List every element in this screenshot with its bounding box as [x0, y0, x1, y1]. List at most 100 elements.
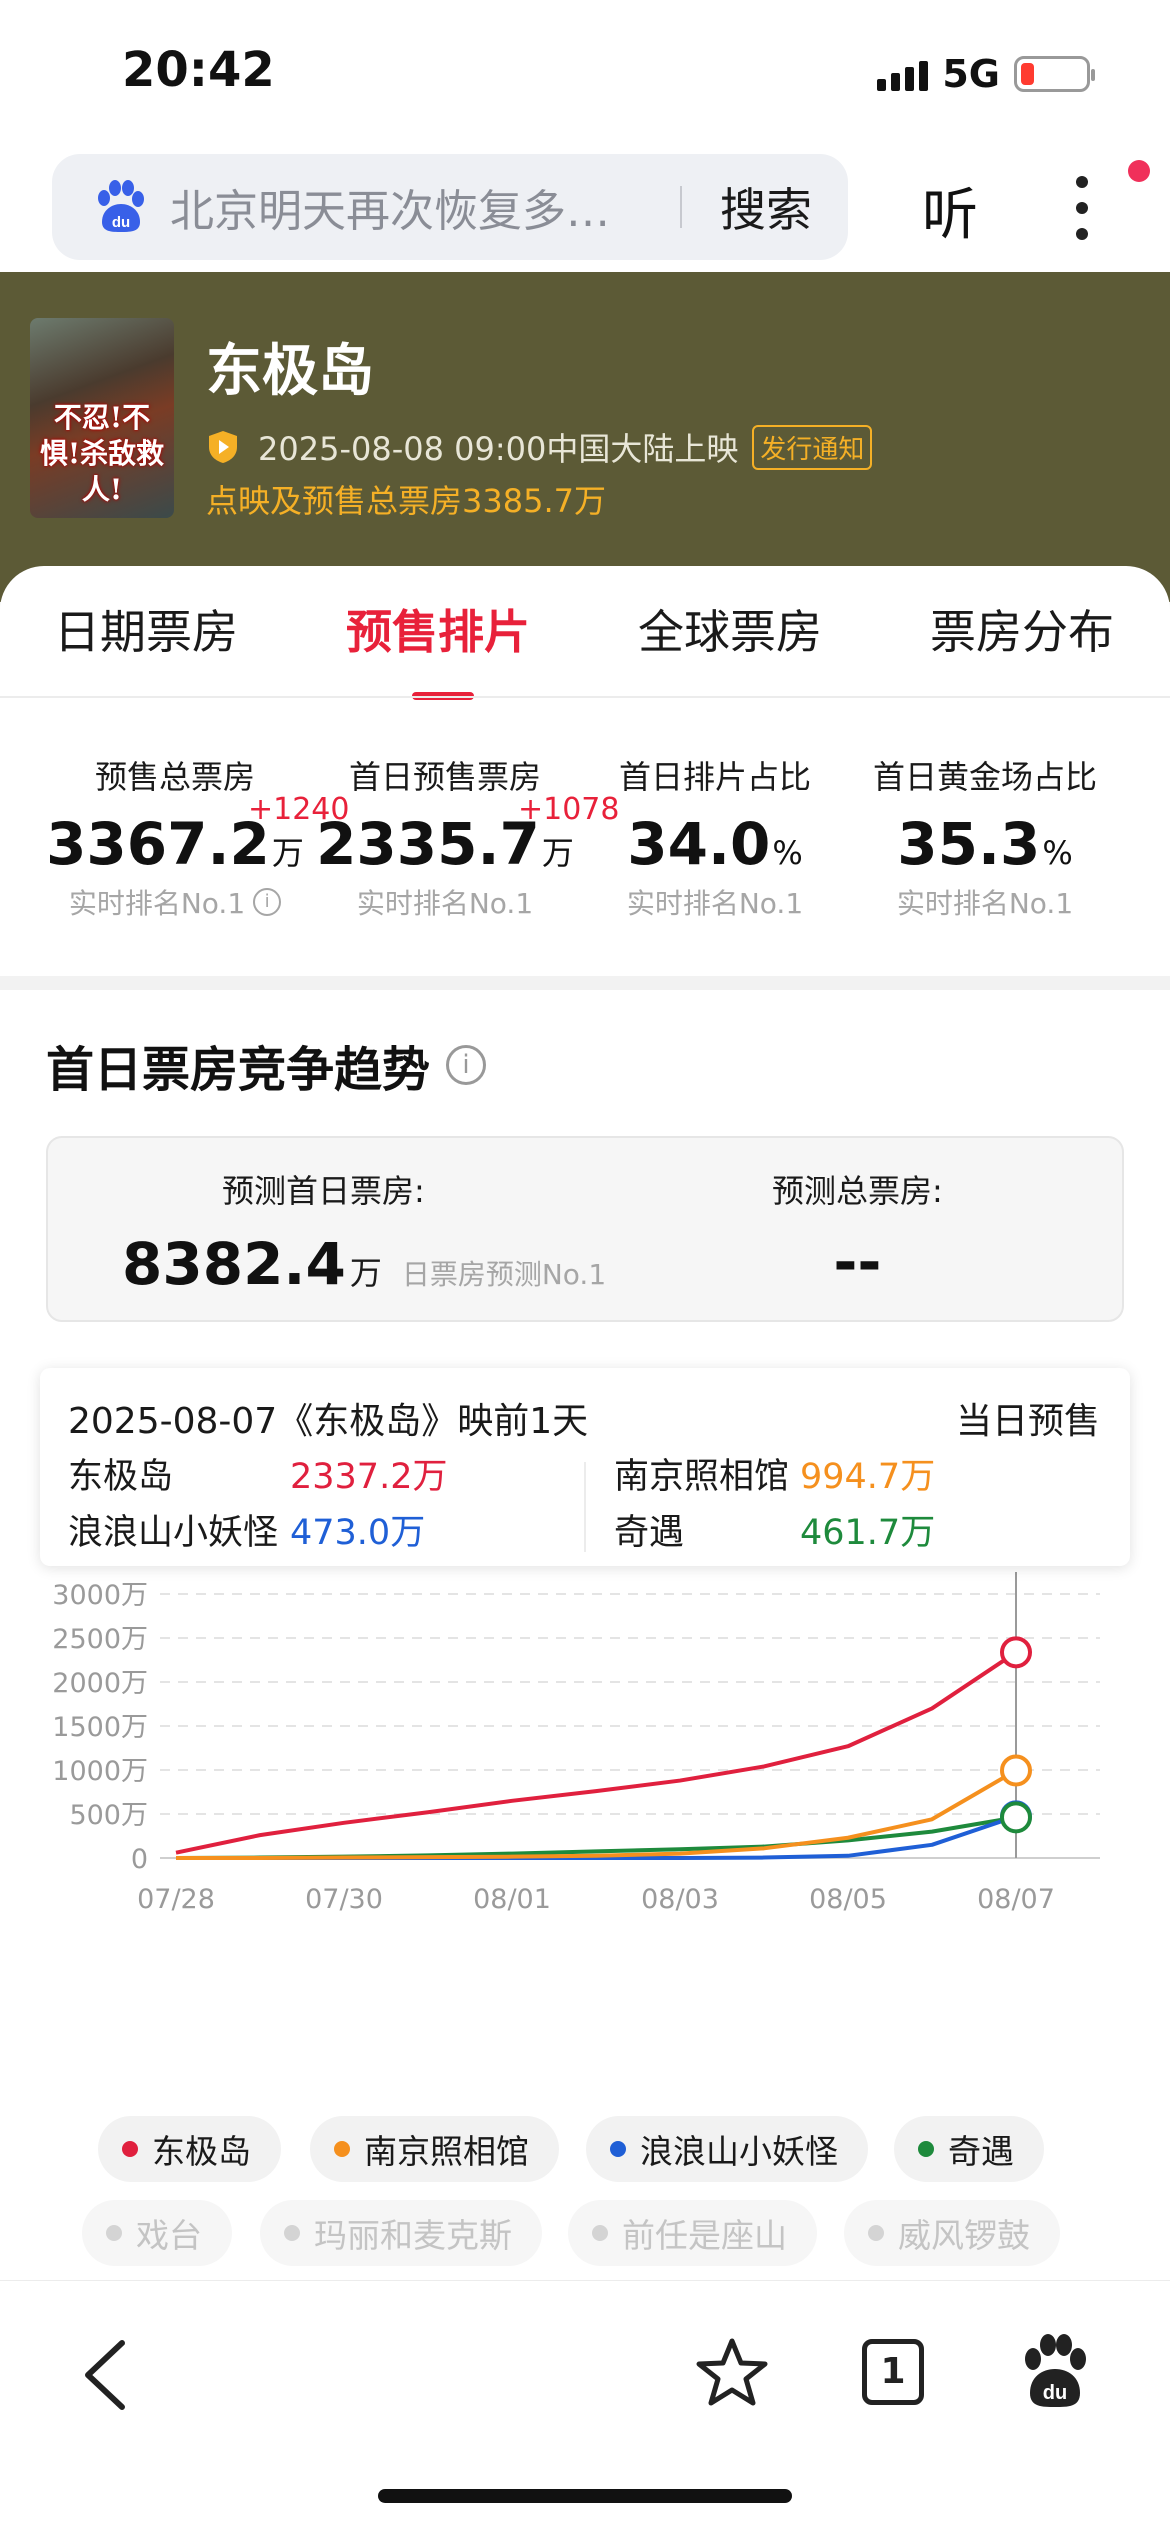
tab-global-box-office[interactable]: 全球票房: [584, 596, 876, 676]
baidu-paw-icon: du: [88, 176, 150, 238]
tooltip-value: 2337.2万: [290, 1457, 448, 1497]
x-tick-label: 08/05: [809, 1884, 887, 1915]
x-tick-label: 07/30: [305, 1884, 383, 1915]
stats-row: 预售总票房 3367.2 万 +1240 实时排名No.1 i 首日预售票房 233…: [40, 752, 1140, 922]
x-tick-label: 08/03: [641, 1884, 719, 1915]
battery-icon: [1014, 56, 1095, 92]
status-time: 20:42: [122, 42, 275, 98]
svg-text:du: du: [1043, 2382, 1067, 2404]
bottom-nav: 1 du: [0, 2280, 1170, 2532]
legend-chip[interactable]: 奇遇: [894, 2116, 1044, 2182]
back-icon[interactable]: [78, 2337, 134, 2413]
tooltip-name: 奇遇: [614, 1513, 685, 1553]
movie-header: 不忍!不惧!杀敌救人! 东极岛 2025-08-08 09:00中国大陆上映 发…: [0, 272, 1170, 602]
forecast-first-day-value: 8382.4: [122, 1230, 346, 1298]
tooltip-value: 461.7万: [800, 1513, 936, 1553]
stat-rank: 实时排名No.1: [896, 887, 1074, 920]
legend-chip-inactive[interactable]: 威风锣鼓: [844, 2200, 1060, 2266]
tooltip-name: 东极岛: [68, 1457, 174, 1497]
info-icon[interactable]: i: [253, 888, 282, 916]
svg-text:du: du: [112, 214, 130, 231]
tooltip-divider: [584, 1462, 586, 1552]
tooltip-value: 994.7万: [800, 1457, 936, 1497]
stat-label: 首日排片占比: [618, 758, 811, 796]
x-tick-label: 07/28: [137, 1884, 215, 1915]
stat-golden-share: 首日黄金场占比 35.3% 实时排名No.1: [850, 752, 1120, 922]
forecast-card: 预测首日票房: 8382.4 万 日票房预测No.1 预测总票房: --: [46, 1136, 1124, 1322]
legend-chip-inactive[interactable]: 戏台: [82, 2200, 232, 2266]
forecast-first-day-label: 预测首日票房:: [222, 1172, 425, 1210]
highlight-point: [1000, 1801, 1032, 1834]
stat-value: 34.0%: [627, 810, 803, 878]
legend-dot: [122, 2141, 138, 2157]
legend-chip-inactive[interactable]: 玛丽和麦克斯: [260, 2200, 542, 2266]
legend-dot: [284, 2225, 300, 2241]
y-tick-label: 1000万: [52, 1756, 148, 1787]
y-tick-label: 0: [131, 1844, 148, 1875]
trend-title: 首日票房竞争趋势 i: [46, 1030, 487, 1100]
legend-dot: [592, 2225, 608, 2241]
forecast-total: 预测总票房: --: [772, 1166, 943, 1296]
legend-chip-inactive[interactable]: 前任是座山: [568, 2200, 817, 2266]
notification-dot: [1128, 160, 1150, 182]
release-notice-link[interactable]: 发行通知: [752, 424, 873, 470]
stat-screening-share: 首日排片占比 34.0% 实时排名No.1: [580, 752, 850, 922]
tab-distribution[interactable]: 票房分布: [876, 596, 1168, 676]
star-icon[interactable]: [694, 2335, 770, 2411]
forecast-first-day-unit: 万: [349, 1254, 382, 1292]
search-divider: [680, 186, 682, 228]
stat-value: 35.3%: [897, 810, 1073, 878]
x-tick-label: 08/01: [473, 1884, 551, 1915]
trend-chart[interactable]: 0 500万 1000万 1500万 2000万 2500万 3000万 07/28 07/30…: [0, 1572, 1170, 2092]
stat-rank: 实时排名No.1 i: [40, 882, 310, 922]
more-icon[interactable]: [1072, 176, 1092, 242]
baidu-paw-icon[interactable]: du: [1020, 2331, 1090, 2411]
presale-total: 点映及预售总票房3385.7万: [206, 482, 606, 520]
release-info: 2025-08-08 09:00中国大陆上映 发行通知: [206, 424, 873, 470]
tooltip-name: 浪浪山小妖怪: [68, 1513, 279, 1553]
search-button[interactable]: 搜索: [720, 174, 812, 240]
movie-title: 东极岛: [206, 339, 374, 404]
legend-dot: [334, 2141, 350, 2157]
tab-daily-box-office[interactable]: 日期票房: [0, 596, 292, 676]
y-tick-label: 3000万: [52, 1580, 148, 1611]
listen-button[interactable]: 听: [922, 170, 978, 251]
top-bar: 20:42 5G du 北京明天再次恢复多… 搜索 听: [0, 0, 1170, 272]
x-tick-label: 08/07: [977, 1884, 1055, 1915]
legend-dot: [868, 2225, 884, 2241]
stat-rank: 实时排名No.1: [356, 887, 534, 920]
chart-tooltip: 2025-08-07《东极岛》映前1天 当日预售 东极岛 2337.2万 浪浪山…: [40, 1368, 1130, 1566]
y-tick-label: 1500万: [52, 1712, 148, 1743]
search-input[interactable]: 北京明天再次恢复多…: [170, 175, 658, 239]
tab-bar: 日期票房 预售排片 全球票房 票房分布: [0, 596, 1170, 700]
main-content: 日期票房 预售排片 全球票房 票房分布 预售总票房 3367.2 万 +1240 …: [0, 566, 1170, 976]
tabs-count-button[interactable]: 1: [862, 2339, 924, 2405]
y-tick-label: 2500万: [52, 1624, 148, 1655]
legend-dot: [106, 2225, 122, 2241]
legend-dot: [918, 2141, 934, 2157]
trend-section: 首日票房竞争趋势 i 预测首日票房: 8382.4 万 日票房预测No.1 预测…: [0, 990, 1170, 2280]
release-date: 2025-08-08 09:00中国大陆上映: [258, 430, 739, 468]
forecast-first-day-rank: 日票房预测No.1: [401, 1258, 607, 1291]
search-box[interactable]: du 北京明天再次恢复多… 搜索: [52, 154, 848, 260]
highlight-point: [1000, 1636, 1032, 1669]
legend-dot: [610, 2141, 626, 2157]
movie-poster[interactable]: 不忍!不惧!杀敌救人!: [30, 318, 174, 518]
highlight-point: [1000, 1754, 1032, 1787]
info-icon[interactable]: i: [446, 1045, 487, 1085]
signal-icon: [877, 57, 929, 91]
y-tick-label: 500万: [69, 1800, 148, 1831]
tooltip-date: 2025-08-07《东极岛》映前1天: [68, 1401, 589, 1442]
legend-chip[interactable]: 南京照相馆: [310, 2116, 559, 2182]
tab-presale[interactable]: 预售排片: [292, 596, 584, 700]
tooltip-name: 南京照相馆: [614, 1457, 790, 1497]
network-type: 5G: [942, 52, 1000, 96]
stat-label: 首日黄金场占比: [872, 758, 1097, 796]
stat-rank: 实时排名No.1: [626, 887, 804, 920]
forecast-first-day-value-row: 8382.4 万 日票房预测No.1: [122, 1230, 606, 1298]
legend-chip[interactable]: 东极岛: [98, 2116, 281, 2182]
battery-level: [1021, 63, 1034, 85]
stat-presale-total: 预售总票房 3367.2 万 +1240 实时排名No.1 i: [40, 752, 349, 922]
forecast-total-label: 预测总票房:: [772, 1172, 943, 1210]
legend-chip[interactable]: 浪浪山小妖怪: [586, 2116, 868, 2182]
